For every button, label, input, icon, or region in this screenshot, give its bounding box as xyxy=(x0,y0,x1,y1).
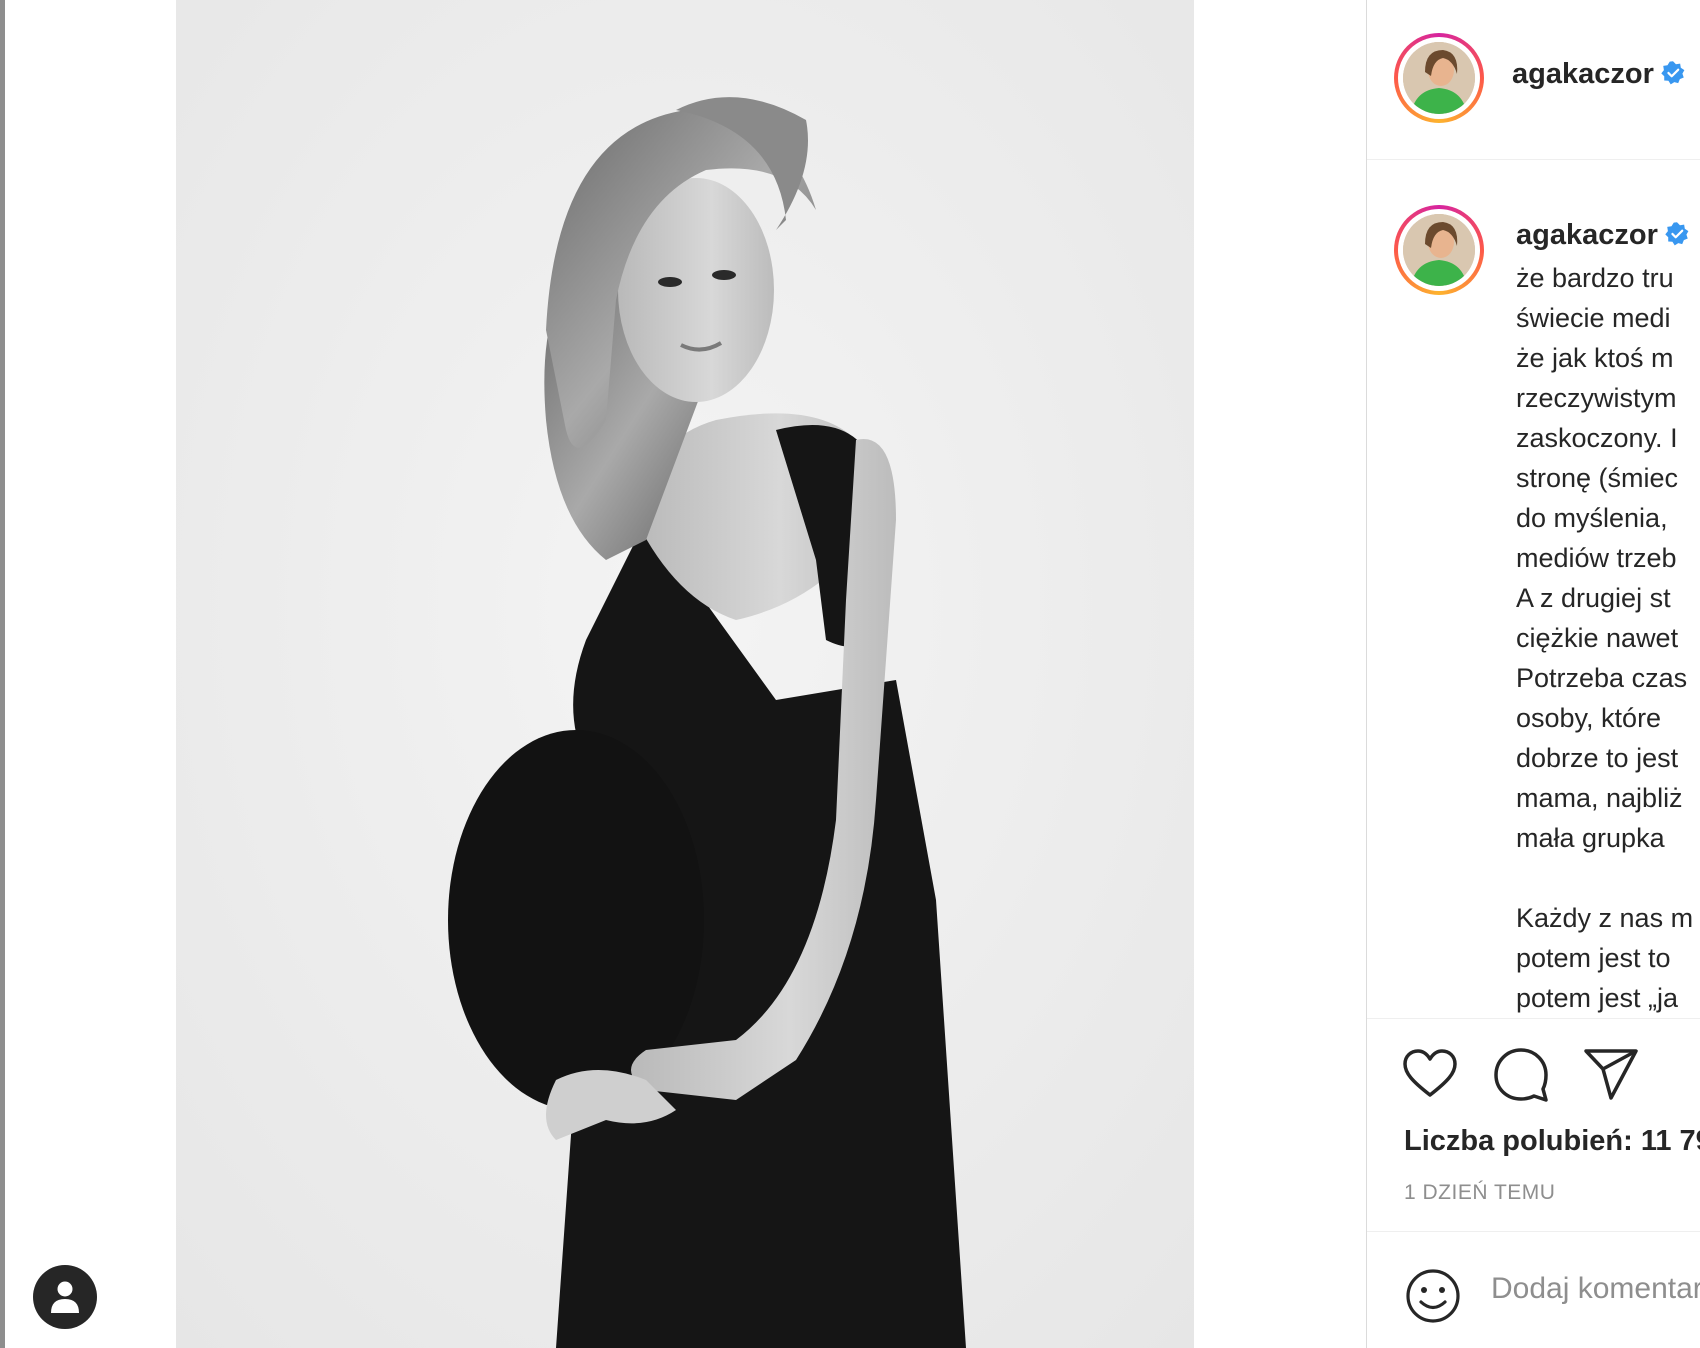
caption-line: mama, najbliż xyxy=(1516,783,1683,813)
header-avatar[interactable] xyxy=(1394,33,1484,123)
avatar-photo xyxy=(1403,42,1475,114)
likes-count[interactable]: Liczba polubień: 11 79 xyxy=(1404,1125,1700,1158)
caption-line: potem jest to xyxy=(1516,943,1671,973)
verified-badge-icon xyxy=(1661,61,1685,85)
header-username-row[interactable]: agakaczor xyxy=(1512,58,1686,91)
comment-divider xyxy=(1367,1231,1700,1232)
emoji-icon[interactable] xyxy=(1404,1267,1462,1325)
share-icon xyxy=(1584,1049,1638,1100)
comment-input[interactable] xyxy=(1491,1272,1700,1306)
caption-line: do myślenia, xyxy=(1516,503,1668,533)
comment-button[interactable] xyxy=(1491,1045,1551,1105)
caption-line: zaskoczony. I xyxy=(1516,423,1678,453)
verified-badge-icon xyxy=(1665,222,1689,246)
like-button[interactable] xyxy=(1400,1045,1460,1105)
caption-line: mała grupka xyxy=(1516,823,1665,853)
share-button[interactable] xyxy=(1581,1045,1641,1105)
caption-line: mediów trzeb xyxy=(1516,543,1677,573)
caption-username-row[interactable]: agakaczor xyxy=(1516,219,1690,252)
caption-paragraph-break xyxy=(1516,858,1700,898)
header-divider xyxy=(1367,159,1700,160)
post-side-panel: agakaczor agakaczor że bardzo tru świeci… xyxy=(1367,0,1700,1348)
caption-avatar[interactable] xyxy=(1394,205,1484,295)
actions-divider xyxy=(1367,1018,1700,1019)
caption-line: ciężkie nawet xyxy=(1516,623,1679,653)
caption-line: że bardzo tru xyxy=(1516,263,1674,293)
post-photo[interactable] xyxy=(176,0,1194,1348)
avatar-photo xyxy=(1403,214,1475,286)
caption-line: A z drugiej st xyxy=(1516,583,1671,613)
caption-line: dobrze to jest xyxy=(1516,743,1679,773)
account-icon xyxy=(51,1281,79,1313)
header-username[interactable]: agakaczor xyxy=(1512,58,1654,90)
photo-image xyxy=(176,0,1194,1348)
caption-line: stronę (śmiec xyxy=(1516,463,1679,493)
heart-icon xyxy=(1403,1049,1457,1097)
caption-line: potem jest „ja xyxy=(1516,983,1679,1013)
post-timestamp[interactable]: 1 DZIEŃ TEMU xyxy=(1404,1181,1555,1205)
caption-line: że jak ktoś m xyxy=(1516,343,1674,373)
window-left-edge xyxy=(0,0,5,1348)
caption-line: świecie medi xyxy=(1516,303,1671,333)
caption-line: Każdy z nas m xyxy=(1516,903,1694,933)
caption-line: rzeczywistym xyxy=(1516,383,1677,413)
caption-line: osoby, które xyxy=(1516,703,1662,733)
caption-username[interactable]: agakaczor xyxy=(1516,219,1658,251)
caption-text: że bardzo tru świecie medi że jak ktoś m… xyxy=(1516,258,1700,1018)
comment-icon xyxy=(1494,1048,1548,1102)
account-button[interactable] xyxy=(33,1265,97,1329)
caption-line: Potrzeba czas xyxy=(1516,663,1688,693)
